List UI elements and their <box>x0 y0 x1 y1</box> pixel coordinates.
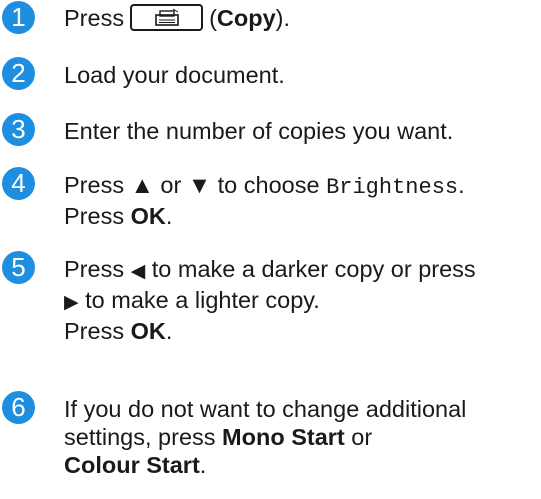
step-number-badge: 1 <box>2 1 35 34</box>
step-text: Load your document. <box>64 62 285 88</box>
step-number-badge: 5 <box>2 251 35 284</box>
paren-close: ). <box>275 5 291 31</box>
press-label: Press <box>64 172 125 198</box>
or-label: or <box>351 424 373 450</box>
period: . <box>165 318 173 344</box>
to-choose-label: to choose <box>217 172 320 198</box>
step-text: Press ◀ to make a darker copy or press ▶… <box>64 255 537 345</box>
copy-key-icon <box>130 4 204 32</box>
brightness-option: Brightness <box>326 175 459 200</box>
up-arrow-icon: ▲ <box>130 172 154 198</box>
step-text: Press (Copy). <box>64 4 537 32</box>
copy-label: Copy <box>216 5 276 31</box>
lighter-copy-label: to make a lighter copy. <box>85 287 320 313</box>
period: . <box>199 452 207 478</box>
colour-start-label: Colour Start <box>64 452 200 478</box>
step-text: If you do not want to change additional … <box>64 395 537 479</box>
right-arrow-icon: ▶ <box>64 292 79 313</box>
period: . <box>165 203 173 229</box>
step-number-badge: 2 <box>2 57 35 90</box>
mono-start-label: Mono Start <box>222 424 345 450</box>
ok-label: OK <box>130 318 166 344</box>
press-label: Press <box>64 256 125 282</box>
period: . <box>458 172 465 198</box>
or-label: or <box>160 172 182 198</box>
press-label: Press <box>64 5 125 31</box>
paren-open: ( <box>209 5 217 31</box>
step-6-line-1: If you do not want to change additional <box>64 396 467 422</box>
darker-copy-label: to make a darker copy or press <box>151 256 476 282</box>
step-number-badge: 4 <box>2 167 35 200</box>
step-text: Press ▲ or ▼ to choose Brightness. Press… <box>64 171 537 230</box>
press-label: Press <box>64 203 125 229</box>
ok-label: OK <box>130 203 166 229</box>
step-6-line-2: settings, press <box>64 424 216 450</box>
copier-icon <box>154 8 179 26</box>
down-arrow-icon: ▼ <box>187 172 212 198</box>
press-label: Press <box>64 318 125 344</box>
left-arrow-icon: ◀ <box>130 261 146 282</box>
step-text: Enter the number of copies you want. <box>64 118 454 144</box>
step-number-badge: 6 <box>2 391 35 424</box>
step-number-badge: 3 <box>2 113 35 146</box>
